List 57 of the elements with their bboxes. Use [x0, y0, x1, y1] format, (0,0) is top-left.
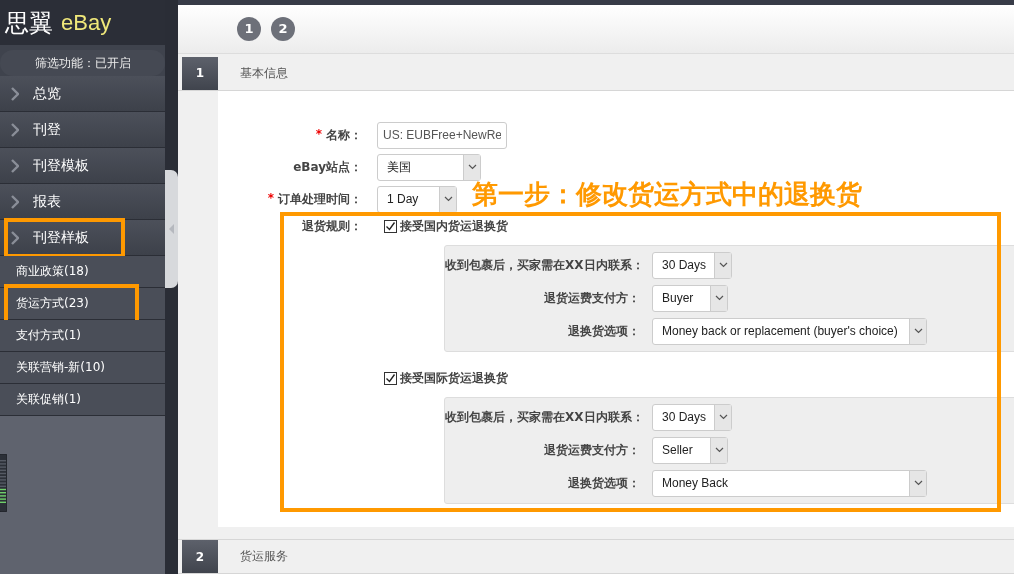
required-mark: * — [315, 126, 322, 143]
section-title: 货运服务 — [240, 548, 288, 565]
chevron-icon — [11, 158, 19, 173]
caret-icon — [718, 262, 728, 269]
chevron-icon — [11, 122, 19, 137]
select-field[interactable]: Money Back — [652, 469, 927, 497]
menu-item[interactable]: 关联促销(1) — [0, 384, 165, 416]
field-label: 收到包裹后，买家需在XX日内联系： — [445, 408, 640, 426]
menu-item[interactable]: 总览 — [0, 76, 165, 112]
field-label: 订单处理时间： — [278, 190, 362, 208]
logo-name: 思翼 — [5, 7, 53, 39]
select-field[interactable]: Buyer — [652, 284, 728, 312]
check-icon — [385, 373, 396, 385]
menu-item[interactable]: 报表 — [0, 184, 165, 220]
section-title: 基本信息 — [240, 64, 288, 82]
name-field[interactable]: US: EUBFree+NewRe — [377, 121, 507, 149]
required-mark: * — [267, 190, 274, 207]
field-label: 收到包裹后，买家需在XX日内联系： — [445, 256, 640, 274]
select-field[interactable]: Money back or replacement (buyer's choice) — [652, 317, 927, 345]
field-label: 退换货选项： — [567, 322, 640, 340]
field-label: eBay站点： — [293, 158, 362, 176]
select-field[interactable]: 美国 — [377, 153, 481, 181]
sidebar-toggle-handle[interactable] — [165, 170, 178, 288]
field-label: 退货规则： — [302, 217, 362, 235]
field-label: 退货运费支付方： — [543, 289, 640, 307]
step-button[interactable]: 1 — [237, 16, 261, 41]
menu-item[interactable]: 刊登 — [0, 112, 165, 148]
field-label: 名称： — [326, 126, 362, 144]
caret-icon — [714, 447, 724, 454]
caret-icon — [467, 164, 477, 171]
select-field[interactable]: 1 Day — [377, 185, 457, 213]
section-number: 2 — [182, 540, 218, 573]
chevron-icon — [11, 230, 19, 245]
caret-icon — [443, 196, 453, 203]
filter-status[interactable]: 筛选功能：已开启 — [0, 50, 165, 76]
step-button[interactable]: 2 — [271, 16, 295, 41]
menu-item[interactable]: 支付方式(1) — [0, 320, 165, 352]
menu-item[interactable]: 刊登模板 — [0, 148, 165, 184]
logo-product: eBay — [61, 9, 112, 36]
section-number: 1 — [182, 56, 218, 90]
chevron-icon — [11, 194, 19, 209]
check-icon — [385, 221, 396, 233]
caret-icon — [913, 480, 923, 487]
checkbox[interactable]: 接受国内货运退换货 — [384, 217, 1014, 236]
select-field[interactable]: 30 Days — [652, 251, 732, 279]
menu-item[interactable]: 关联营销-新(10) — [0, 352, 165, 384]
select-field[interactable]: 30 Days — [652, 403, 732, 431]
field-label: 退货运费支付方： — [543, 441, 640, 459]
caret-icon — [913, 328, 923, 335]
select-field[interactable]: Seller — [652, 436, 728, 464]
checkbox[interactable]: 接受国际货运退换货 — [384, 369, 1014, 388]
field-label: 退换货选项： — [567, 474, 640, 492]
caret-icon — [714, 295, 724, 302]
caret-icon — [718, 414, 728, 421]
menu-item[interactable]: 刊登样板 — [0, 220, 165, 256]
menu-item[interactable]: 商业政策(18) — [0, 256, 165, 288]
chevron-icon — [11, 86, 19, 101]
